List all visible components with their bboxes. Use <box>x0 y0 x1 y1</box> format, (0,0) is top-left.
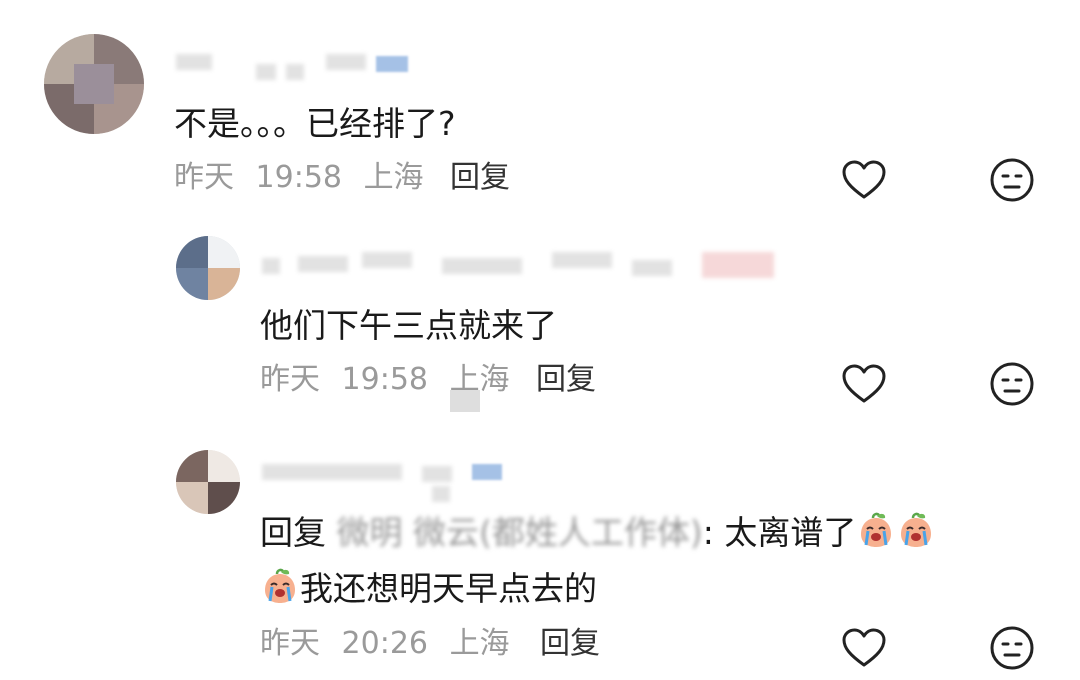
username-redacted[interactable] <box>262 252 782 278</box>
crying-peach-emoji <box>261 568 299 606</box>
avatar[interactable] <box>176 450 240 514</box>
heart-outline-icon[interactable] <box>840 156 888 204</box>
redaction-block <box>450 390 480 412</box>
reply-to-username[interactable]: 微明 微云(都姓人工作体) <box>337 513 703 552</box>
comment-location: 上海 <box>363 160 424 195</box>
heart-outline-icon[interactable] <box>840 624 888 672</box>
reply-button[interactable]: 回复 <box>536 362 596 398</box>
comment-meta: 昨天 19:58 上海 <box>174 160 436 196</box>
reply-button[interactable]: 回复 <box>540 626 600 662</box>
avatar[interactable] <box>44 34 144 134</box>
username-redacted[interactable] <box>262 464 522 502</box>
comment-meta: 昨天 20:26 上海 <box>260 626 522 662</box>
crying-peach-emoji <box>857 512 895 550</box>
comment-text: 回复 微明 微云(都姓人工作体): 太离谱了 <box>260 512 936 553</box>
comment-text: 不是。。。已经排了? <box>174 104 456 143</box>
comment-time: 19:58 <box>341 362 429 397</box>
heart-outline-icon[interactable] <box>840 360 888 408</box>
crying-peach-emoji <box>897 512 935 550</box>
avatar[interactable] <box>176 236 240 300</box>
comment-time: 20:26 <box>341 626 429 661</box>
reply-button[interactable]: 回复 <box>450 160 510 196</box>
comment-date: 昨天 <box>174 160 234 195</box>
comment-text: 他们下午三点就来了 <box>260 306 557 345</box>
meh-face-icon[interactable] <box>988 360 1036 408</box>
comment-time: 19:58 <box>255 160 343 195</box>
comment-date: 昨天 <box>260 626 320 661</box>
comment-text-line2: 我还想明天早点去的 <box>300 569 597 608</box>
meh-face-icon[interactable] <box>988 156 1036 204</box>
comment-date: 昨天 <box>260 362 320 397</box>
comment-location: 上海 <box>449 626 510 661</box>
meh-face-icon[interactable] <box>988 624 1036 672</box>
username-redacted[interactable] <box>176 54 416 80</box>
comment-text-continued: 我还想明天早点去的 <box>260 568 597 609</box>
comment-text-line1: : 太离谱了 <box>702 513 857 552</box>
reply-prefix: 回复 <box>260 513 326 552</box>
comment-meta: 昨天 19:58 上海 <box>260 362 522 398</box>
